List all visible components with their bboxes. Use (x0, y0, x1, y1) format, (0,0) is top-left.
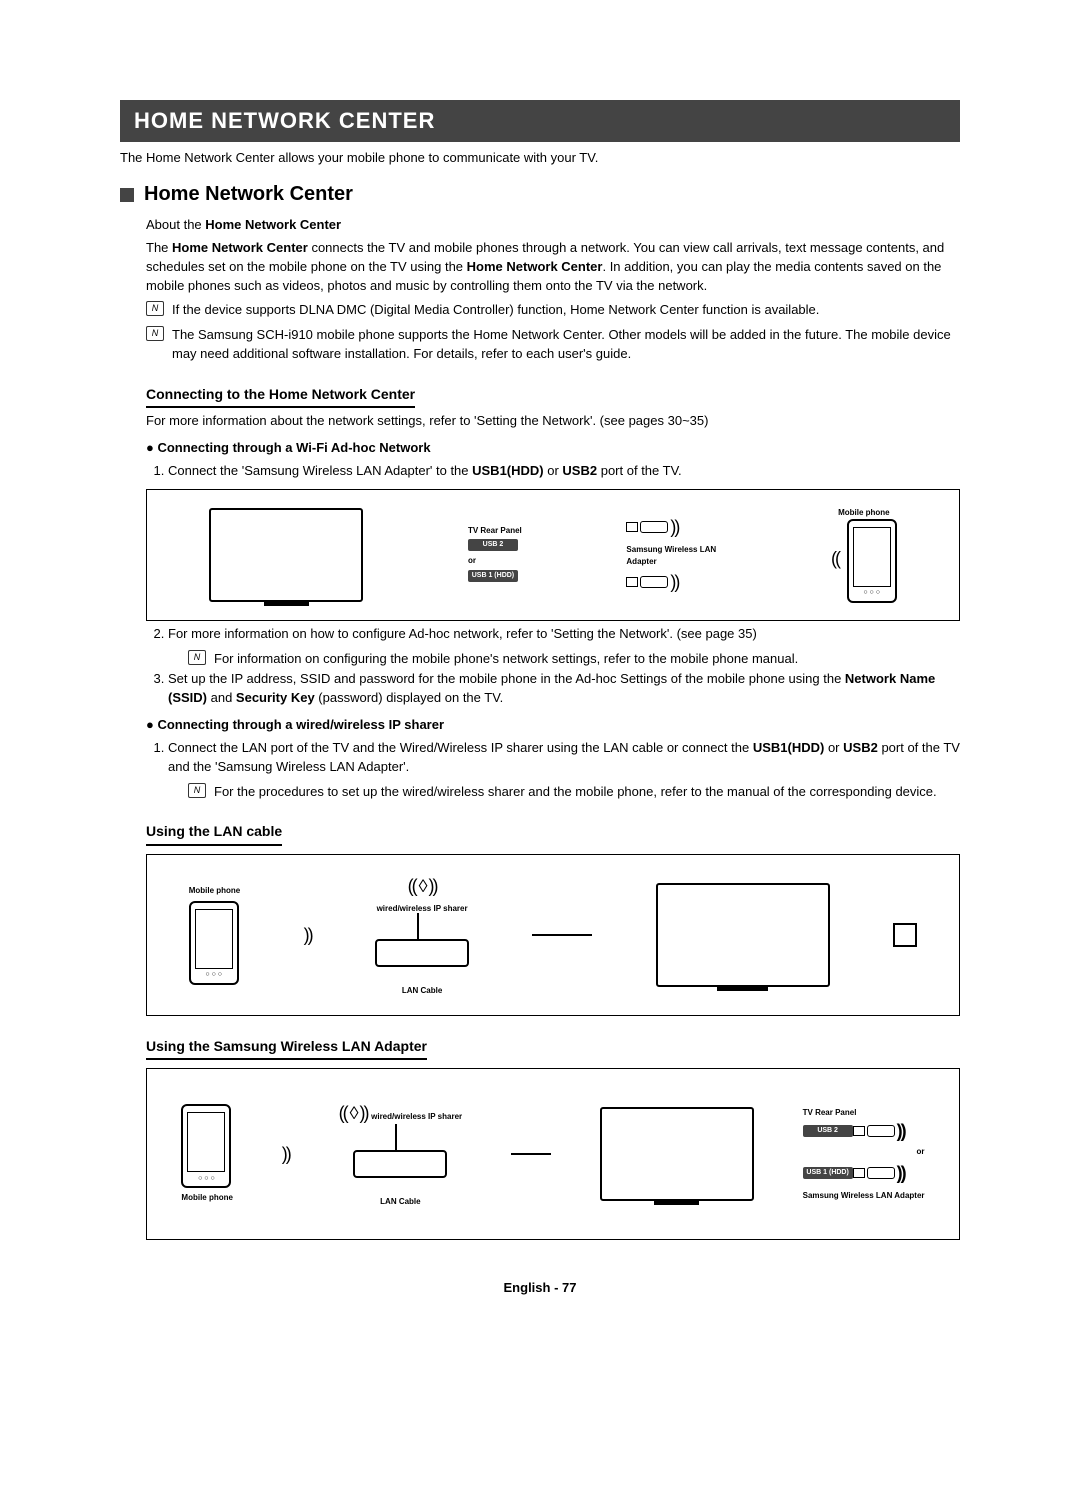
rear-panel-block: TV Rear Panel USB 2 or USB 1 (HDD) (468, 525, 522, 584)
wired-steps: Connect the LAN port of the TV and the W… (146, 739, 960, 802)
adapter-icon (867, 1125, 895, 1137)
swla-label: Samsung Wireless LAN Adapter (803, 1190, 925, 1202)
plug-icon (853, 1168, 865, 1178)
wifi-icon: )) (670, 514, 678, 540)
wifi-icon: (( ◊ )) (408, 876, 437, 896)
lan-cable-label: LAN Cable (339, 1196, 463, 1208)
tv-illustration (209, 508, 363, 602)
plug-icon (626, 577, 638, 587)
router-block: (( ◊ )) wired/wireless IP sharer LAN Cab… (375, 873, 469, 996)
heading-bullet-icon (120, 188, 134, 202)
usb2-port: USB 2 (803, 1125, 853, 1137)
wired-step-1: Connect the LAN port of the TV and the W… (168, 739, 960, 802)
wifi-icon: )) (897, 1160, 905, 1186)
diagram-lan-cable: Mobile phone )) (( ◊ )) wired/wireless I… (146, 854, 960, 1016)
phone-illustration (847, 519, 897, 603)
wifi-step-1: Connect the 'Samsung Wireless LAN Adapte… (168, 462, 960, 481)
router-illustration (353, 1150, 447, 1178)
cable-line (511, 1153, 551, 1155)
mobile-block: Mobile phone (189, 885, 241, 985)
mobile-block: Mobile phone (( (831, 507, 897, 603)
adapter-block: )) Samsung Wireless LAN Adapter )) (626, 514, 726, 595)
plug-icon (626, 522, 638, 532)
page-footer: English - 77 (120, 1280, 960, 1295)
wifi-step-2: For more information on how to configure… (168, 625, 960, 669)
intro-text: The Home Network Center allows your mobi… (120, 150, 960, 165)
wifi-adhoc-heading: Connecting through a Wi-Fi Ad-hoc Networ… (146, 439, 960, 458)
diagram-wireless-adapter: Mobile phone )) (( ◊ )) wired/wireless I… (146, 1068, 960, 1240)
about-line: About the Home Network Center (146, 216, 960, 235)
mobile-block: Mobile phone (181, 1104, 233, 1204)
tv-illustration (656, 883, 830, 987)
section-heading-hnc: Home Network Center (120, 183, 960, 206)
section-description: The Home Network Center connects the TV … (146, 239, 960, 296)
adapter-icon (867, 1167, 895, 1179)
note-icon: N (188, 650, 206, 665)
router-illustration (375, 939, 469, 967)
note-icon: N (188, 783, 206, 798)
cable-line (532, 934, 592, 936)
mobile-label: Mobile phone (181, 1192, 233, 1204)
note-icon: N (146, 301, 164, 316)
router-block: (( ◊ )) wired/wireless IP sharer LAN Cab… (339, 1100, 463, 1208)
lan-jack-icon (893, 923, 917, 947)
swla-label: Samsung Wireless LAN Adapter (626, 544, 726, 567)
wifi-icon: (( ◊ )) (339, 1103, 368, 1123)
wifi-icon: )) (670, 569, 678, 595)
wifi-step-3: Set up the IP address, SSID and password… (168, 670, 960, 708)
wired-heading: Connecting through a wired/wireless IP s… (146, 716, 960, 735)
diagram-wifi-adhoc: TV Rear Panel USB 2 or USB 1 (HDD) )) Sa… (146, 489, 960, 621)
ip-sharer-label: wired/wireless IP sharer (371, 1112, 462, 1121)
subhead-adapter: Using the Samsung Wireless LAN Adapter (146, 1036, 427, 1060)
usb1-port: USB 1 (HDD) (468, 570, 518, 582)
wifi-adhoc-steps: Connect the 'Samsung Wireless LAN Adapte… (146, 462, 960, 481)
note-dlna: N If the device supports DLNA DMC (Digit… (146, 301, 960, 320)
mobile-label: Mobile phone (831, 507, 897, 519)
note-icon: N (146, 326, 164, 341)
or-label: or (468, 555, 522, 567)
wifi-icon: )) (304, 922, 312, 948)
usb1-port: USB 1 (HDD) (803, 1167, 853, 1179)
phone-illustration (181, 1104, 231, 1188)
wifi-icon: (( (831, 548, 839, 568)
note-sch: N The Samsung SCH-i910 mobile phone supp… (146, 326, 960, 364)
adapter-icon (640, 521, 668, 533)
lan-cable-label: LAN Cable (375, 985, 469, 997)
mobile-label: Mobile phone (189, 885, 241, 897)
connecting-info: For more information about the network s… (146, 412, 960, 431)
tv-rear-label: TV Rear Panel (803, 1107, 925, 1119)
tv-illustration (600, 1107, 754, 1201)
adapter-icon (640, 576, 668, 588)
or-label: or (803, 1146, 925, 1158)
subhead-lan: Using the LAN cable (146, 821, 282, 845)
wifi-icon: )) (282, 1141, 290, 1167)
phone-illustration (189, 901, 239, 985)
wifi-icon: )) (897, 1118, 905, 1144)
plug-icon (853, 1126, 865, 1136)
rear-panel-block: TV Rear Panel USB 2)) or USB 1 (HDD))) S… (803, 1107, 925, 1202)
ip-sharer-label: wired/wireless IP sharer (375, 903, 469, 915)
section-heading-text: Home Network Center (144, 183, 353, 206)
page-title-bar: HOME NETWORK CENTER (120, 100, 960, 142)
wifi-adhoc-steps-cont: For more information on how to configure… (146, 625, 960, 708)
subhead-connecting: Connecting to the Home Network Center (146, 384, 415, 408)
tv-rear-label: TV Rear Panel (468, 525, 522, 537)
usb2-port: USB 2 (468, 539, 518, 551)
